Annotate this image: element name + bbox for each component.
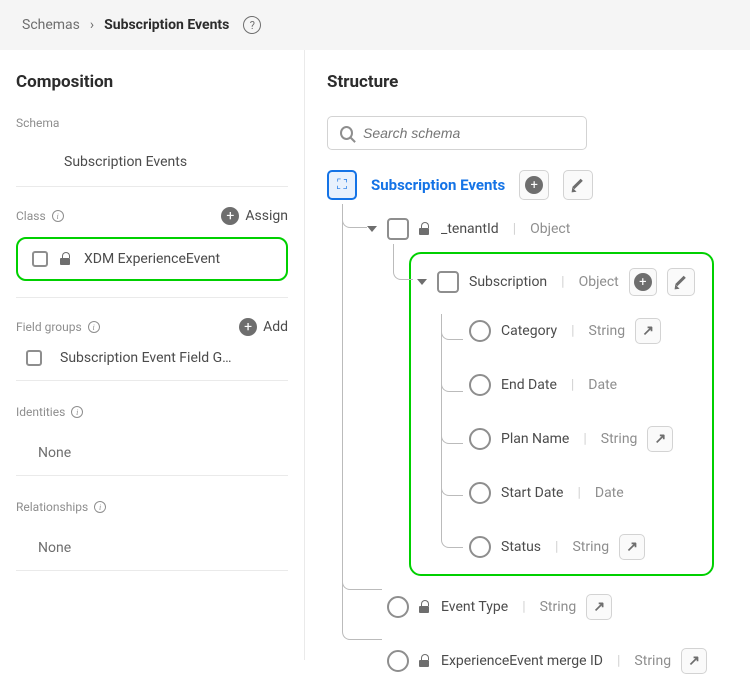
tree-node-eventtype[interactable]: Event Type | String ↗ [387, 590, 750, 624]
field-icon [469, 374, 491, 396]
help-icon[interactable]: ? [243, 16, 261, 34]
tree-node-enddate[interactable]: End Date | Date [469, 370, 698, 400]
structure-panel: Structure ⛶ Subscription Events + _tenan… [305, 50, 750, 660]
header: Schemas › Subscription Events ? [0, 0, 750, 50]
tree-node-subscription[interactable]: Subscription | Object + [417, 264, 698, 300]
info-icon[interactable]: i [94, 501, 106, 513]
field-icon [469, 320, 491, 342]
info-icon[interactable]: i [71, 406, 83, 418]
lock-icon [419, 223, 431, 235]
fieldgroup-name: Subscription Event Field G… [60, 350, 232, 366]
tree-node-tenant[interactable]: _tenantId | Object [367, 214, 750, 244]
class-item[interactable]: XDM ExperienceEvent [16, 237, 288, 281]
add-field-button[interactable]: + [629, 268, 657, 296]
highlight-box: Subscription | Object + Category | Strin… [409, 252, 714, 576]
tree-node-mergeid[interactable]: ExperienceEvent merge ID | String ↗ [387, 644, 750, 678]
schema-name[interactable]: Subscription Events [16, 142, 288, 187]
composition-title: Composition [16, 72, 288, 92]
chevron-down-icon[interactable] [367, 226, 377, 232]
identities-label: Identities i [16, 405, 288, 419]
tree-root-row[interactable]: ⛶ Subscription Events + [327, 170, 750, 200]
arrow-icon[interactable]: ↗ [635, 318, 661, 344]
structure-title: Structure [327, 72, 750, 92]
relationships-label: Relationships i [16, 500, 288, 514]
tree-node-category[interactable]: Category | String ↗ [469, 314, 698, 348]
edit-button[interactable] [667, 268, 695, 296]
schema-tree: ⛶ Subscription Events + _tenantId | Obje… [327, 170, 750, 678]
tree-node-startdate[interactable]: Start Date | Date [469, 478, 698, 508]
breadcrumb-current: Subscription Events [104, 17, 229, 33]
edit-button[interactable] [563, 170, 593, 200]
tree-node-planname[interactable]: Plan Name | String ↗ [469, 422, 698, 456]
field-icon [469, 482, 491, 504]
field-icon [387, 650, 409, 672]
composition-panel: Composition Schema Subscription Events C… [0, 50, 305, 660]
tree-node-status[interactable]: Status | String ↗ [469, 530, 698, 564]
checkbox[interactable] [26, 350, 42, 366]
checkbox[interactable] [387, 218, 409, 240]
class-label: Class i [16, 209, 64, 223]
arrow-icon[interactable]: ↗ [647, 426, 673, 452]
search-box[interactable] [327, 116, 587, 150]
field-icon [469, 428, 491, 450]
info-icon[interactable]: i [52, 210, 64, 222]
class-name: XDM ExperienceEvent [84, 251, 220, 267]
schema-root-icon: ⛶ [327, 170, 357, 200]
plus-icon: + [239, 318, 257, 336]
chevron-right-icon: › [90, 17, 94, 33]
checkbox[interactable] [437, 271, 459, 293]
plus-icon: + [221, 207, 239, 225]
tree-root-name: Subscription Events [371, 176, 505, 194]
lock-icon [419, 601, 431, 613]
relationships-none: None [16, 526, 288, 571]
field-icon [469, 536, 491, 558]
lock-icon [60, 253, 72, 265]
checkbox[interactable] [32, 251, 48, 267]
fieldgroup-item[interactable]: Subscription Event Field G… [16, 336, 288, 381]
arrow-icon[interactable]: ↗ [619, 534, 645, 560]
field-icon [387, 596, 409, 618]
arrow-icon[interactable]: ↗ [681, 648, 707, 674]
add-field-button[interactable]: + [519, 170, 549, 200]
add-button[interactable]: + Add [239, 318, 288, 336]
fieldgroups-label: Field groups i [16, 320, 100, 334]
identities-none: None [16, 431, 288, 476]
search-input[interactable] [363, 125, 574, 141]
arrow-icon[interactable]: ↗ [586, 594, 612, 620]
lock-icon [419, 655, 431, 667]
breadcrumb-root[interactable]: Schemas [22, 17, 80, 33]
search-icon [340, 126, 353, 140]
info-icon[interactable]: i [88, 321, 100, 333]
assign-button[interactable]: + Assign [221, 207, 288, 225]
chevron-down-icon[interactable] [417, 279, 427, 285]
schema-label: Schema [16, 116, 288, 130]
